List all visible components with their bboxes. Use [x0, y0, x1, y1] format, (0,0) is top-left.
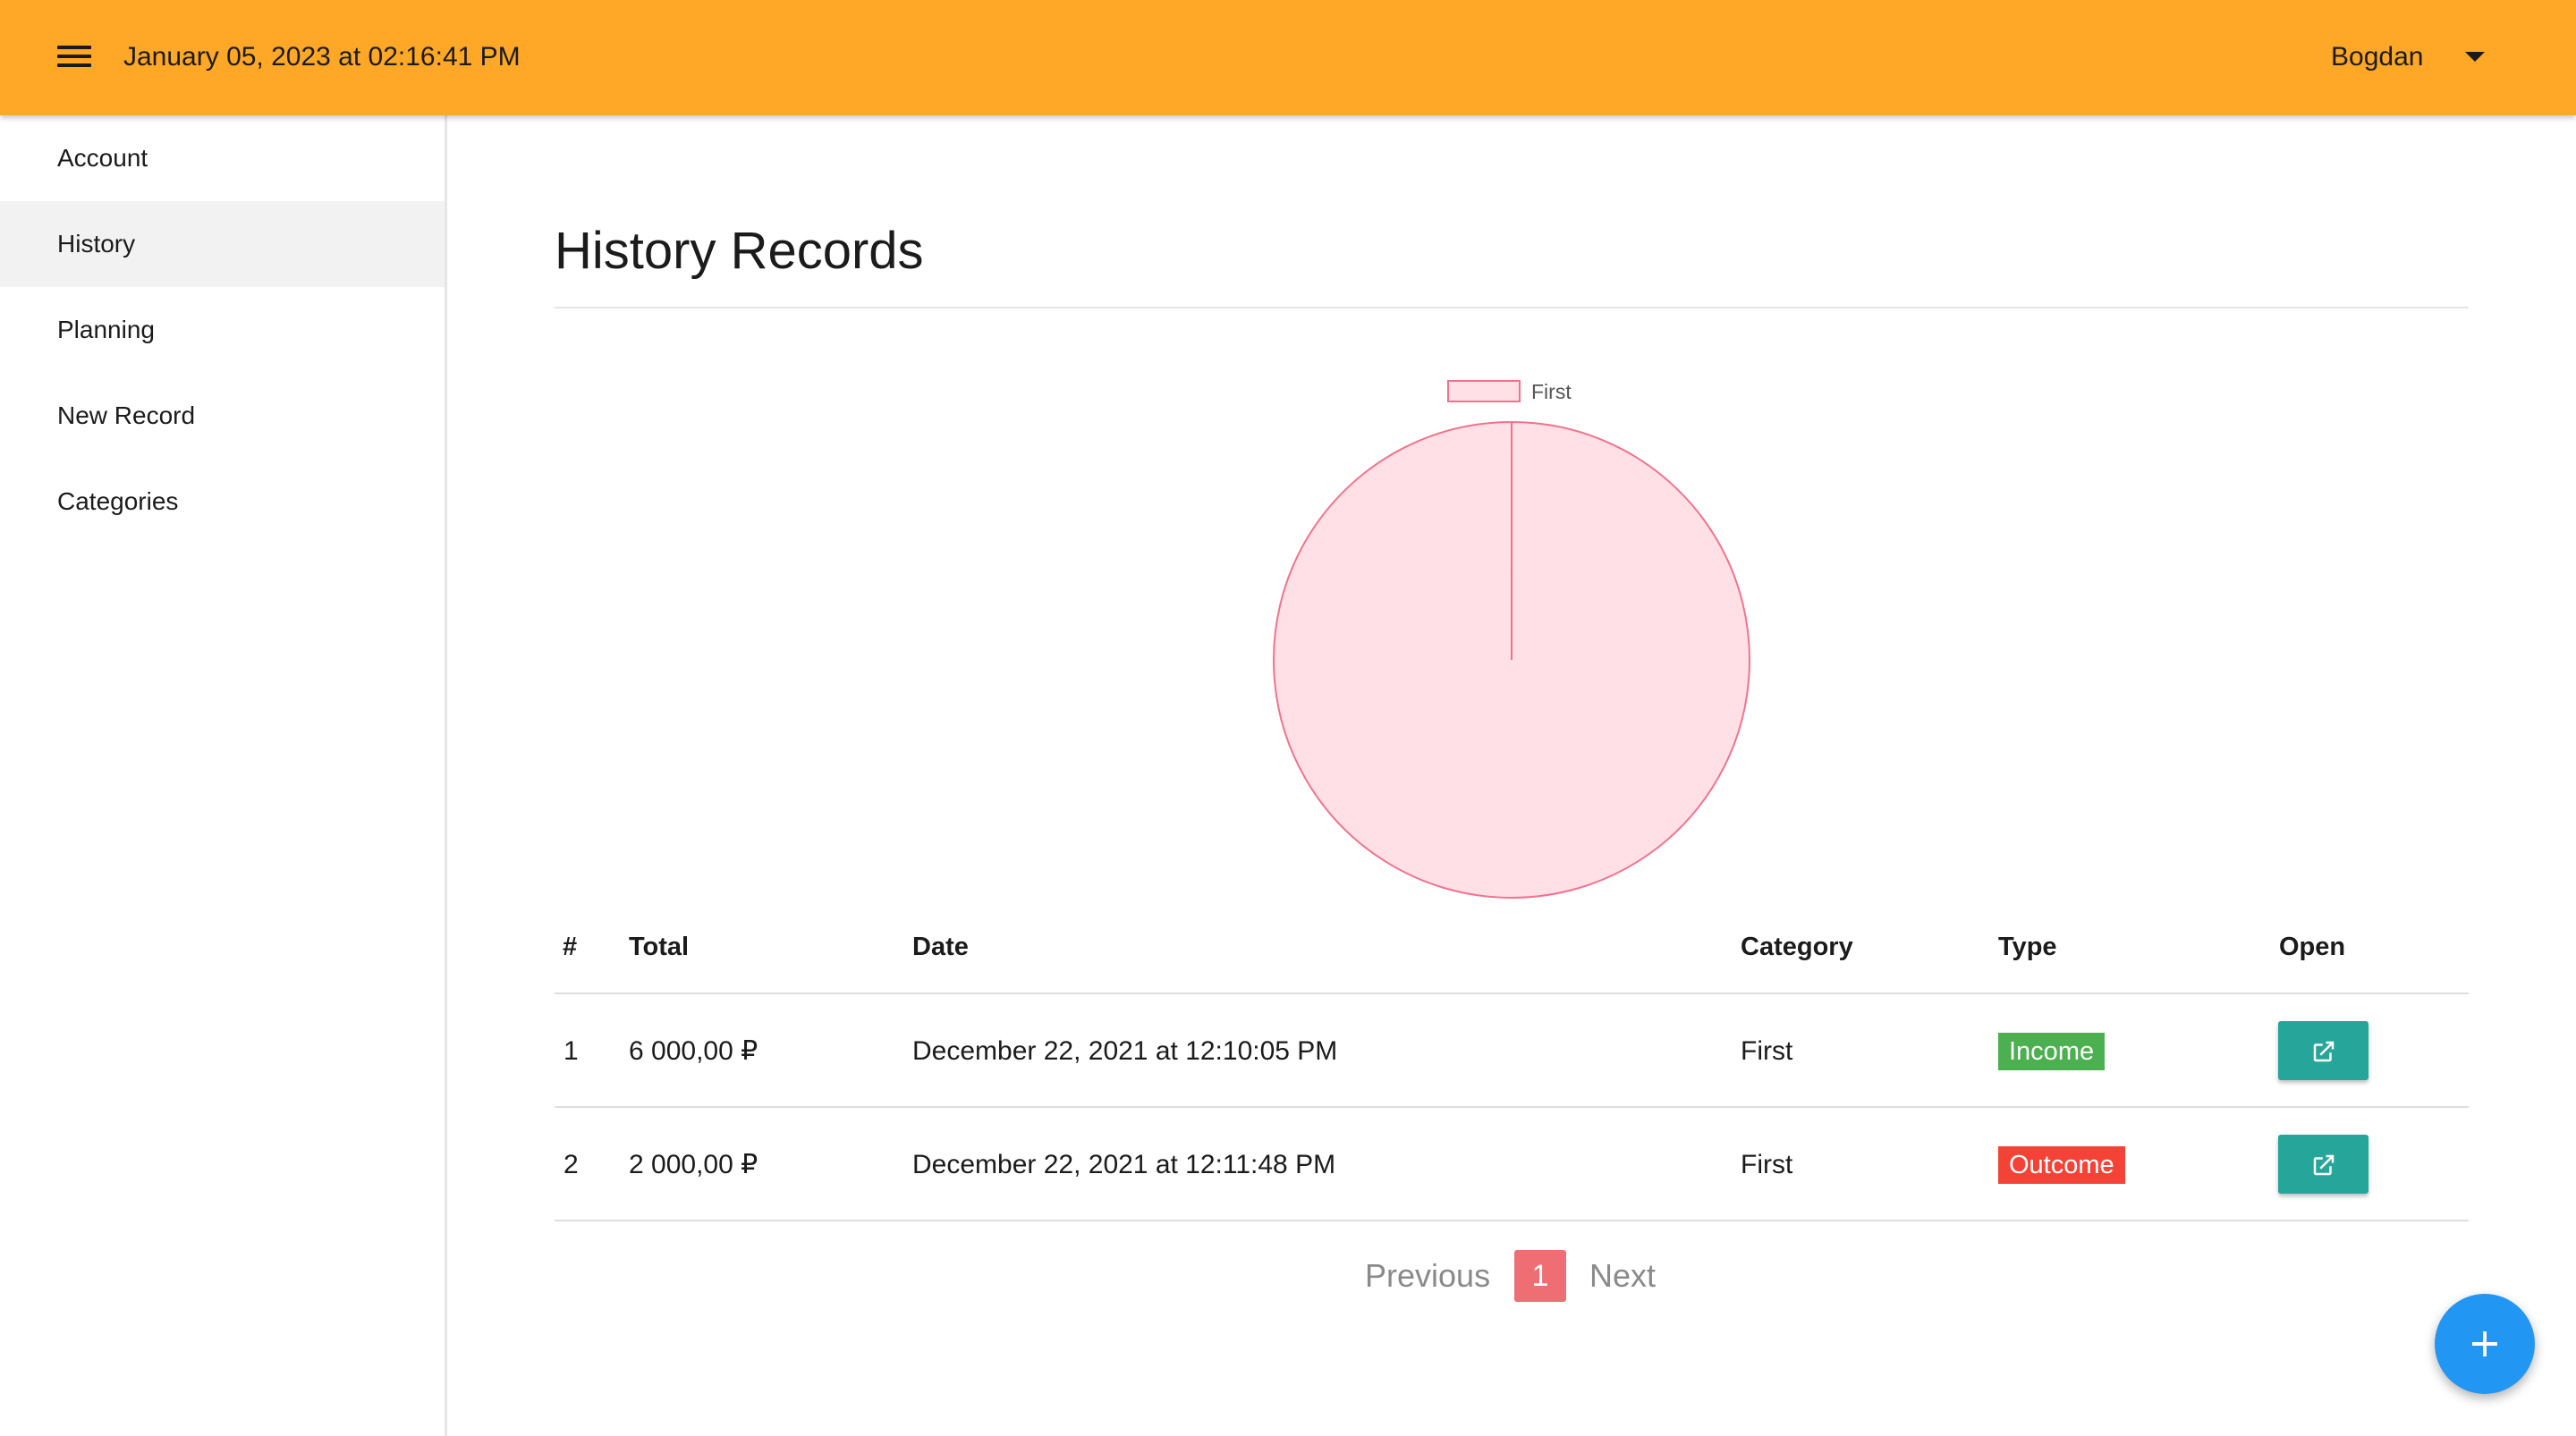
open-in-new-icon — [2313, 1041, 2334, 1062]
sidebar-item-label: Account — [57, 144, 148, 172]
pagination-next[interactable]: Next — [1589, 1256, 1656, 1296]
column-header-type: Type — [1998, 933, 2057, 961]
column-header-category: Category — [1741, 933, 1853, 961]
sidebar-item-account[interactable]: Account — [0, 115, 445, 201]
row-category: First — [1741, 1150, 1793, 1179]
open-record-button[interactable] — [2278, 1135, 2368, 1194]
table-divider — [555, 993, 2469, 994]
chart-legend[interactable]: First — [1447, 377, 1626, 404]
row-total: 6 000,00 ₽ — [629, 1036, 758, 1066]
pagination-previous[interactable]: Previous — [1365, 1256, 1490, 1296]
top-navbar: January 05, 2023 at 02:16:41 PM Bogdan — [0, 0, 2576, 115]
add-record-fab[interactable] — [2435, 1294, 2535, 1394]
plus-icon — [2472, 1331, 2497, 1356]
caret-down-icon — [2465, 52, 2485, 62]
history-pie-chart — [1273, 420, 1750, 899]
row-number: 2 — [564, 1150, 579, 1179]
sidebar-item-label: History — [57, 230, 136, 258]
page-title: History Records — [555, 222, 924, 280]
sidebar-item-label: Planning — [57, 316, 155, 343]
legend-label: First — [1531, 380, 1572, 403]
user-dropdown[interactable]: Bogdan — [2326, 39, 2496, 75]
sidebar-item-label: Categories — [57, 487, 179, 515]
open-in-new-icon — [2313, 1154, 2334, 1176]
row-total: 2 000,00 ₽ — [629, 1150, 758, 1179]
row-date: December 22, 2021 at 12:10:05 PM — [912, 1036, 1338, 1066]
sidebar-item-categories[interactable]: Categories — [0, 459, 445, 545]
row-category: First — [1741, 1036, 1793, 1066]
pagination-page-current[interactable]: 1 — [1514, 1250, 1566, 1302]
legend-swatch — [1447, 380, 1521, 402]
sidebar-item-history[interactable]: History — [0, 201, 445, 287]
column-header-date: Date — [912, 933, 969, 961]
title-divider — [555, 307, 2469, 308]
column-header-total: Total — [629, 933, 690, 961]
sidebar: Account History Planning New Record Cate… — [0, 115, 447, 1436]
hamburger-menu-icon[interactable] — [54, 41, 95, 72]
table-divider — [555, 1220, 2469, 1221]
sidebar-item-planning[interactable]: Planning — [0, 287, 445, 373]
table-divider — [555, 1106, 2469, 1108]
user-name: Bogdan — [2331, 42, 2424, 72]
column-header-number: # — [563, 933, 578, 961]
row-number: 1 — [564, 1036, 579, 1066]
row-date: December 22, 2021 at 12:11:48 PM — [912, 1150, 1336, 1179]
type-badge-income: Income — [1998, 1033, 2106, 1070]
column-header-open: Open — [2279, 933, 2346, 961]
current-datetime: January 05, 2023 at 02:16:41 PM — [123, 42, 521, 72]
sidebar-item-label: New Record — [57, 401, 196, 429]
pie-slice-first[interactable] — [1273, 420, 1750, 899]
sidebar-item-new-record[interactable]: New Record — [0, 373, 445, 459]
open-record-button[interactable] — [2278, 1021, 2368, 1080]
type-badge-outcome: Outcome — [1998, 1146, 2125, 1184]
